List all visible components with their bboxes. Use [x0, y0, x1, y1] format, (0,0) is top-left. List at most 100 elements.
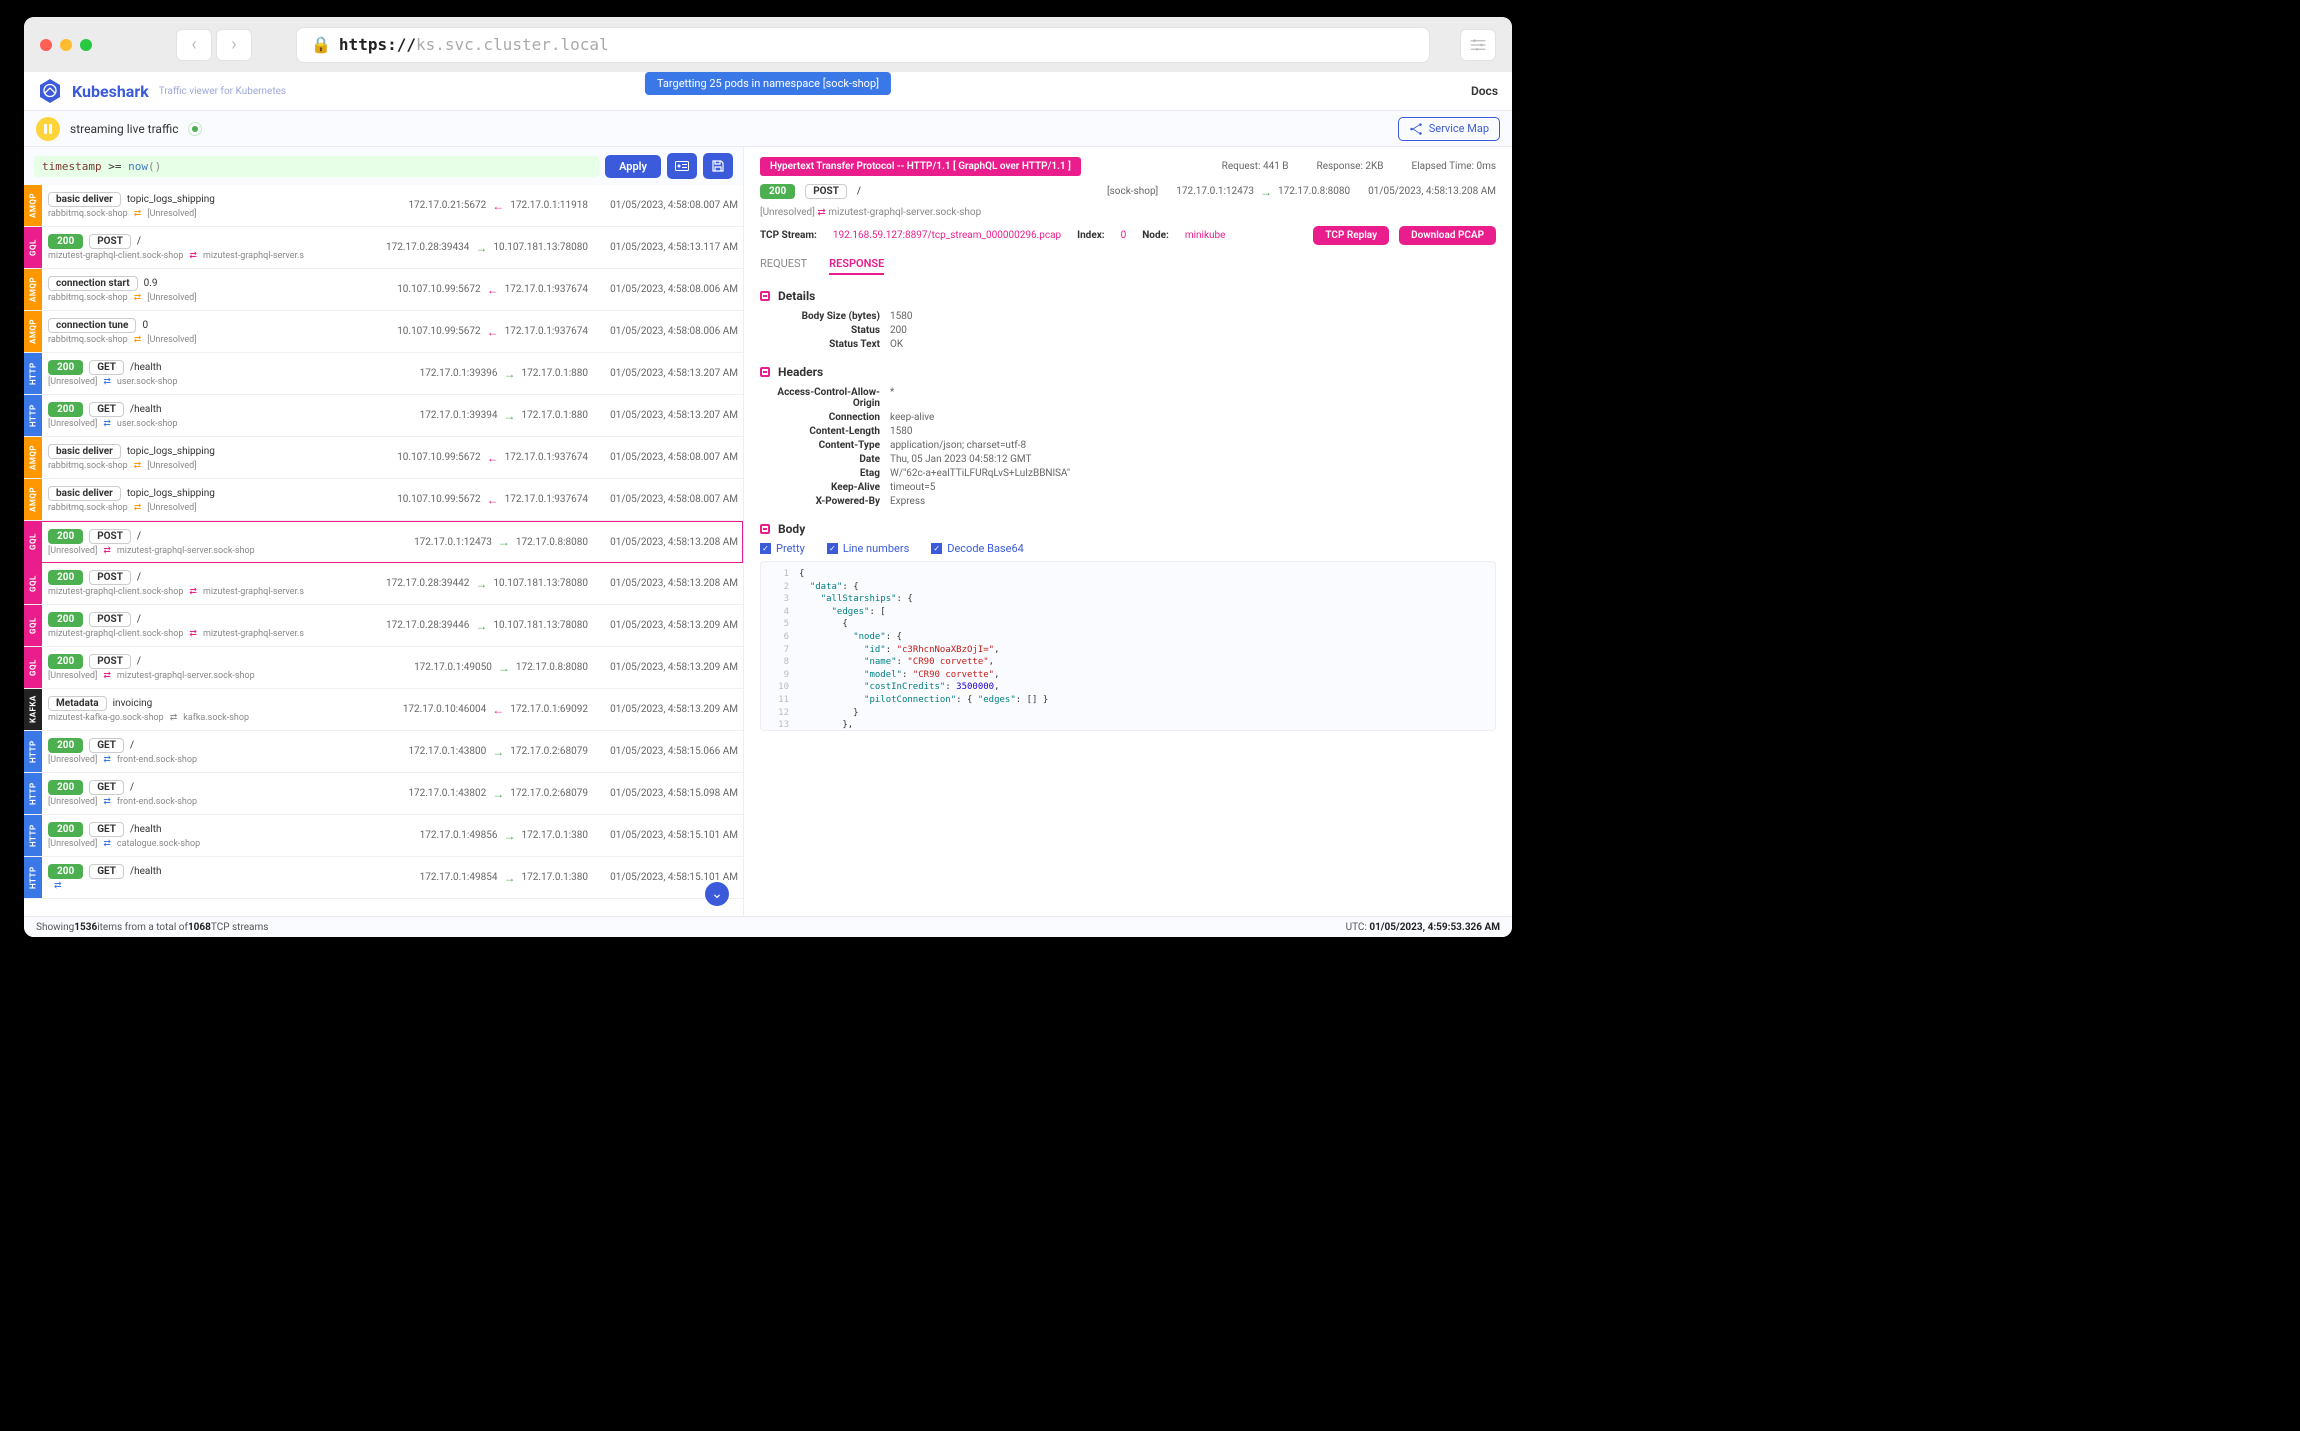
dest-ip: 172.17.0.1:380	[521, 830, 588, 841]
traffic-row[interactable]: AMQPconnection start0.9rabbitmq.sock-sho…	[24, 269, 743, 311]
kv-key: Body Size (bytes)	[760, 311, 890, 322]
swap-icon: ⇄	[103, 797, 111, 807]
url-host: ks.svc.cluster.local	[416, 35, 609, 54]
source-ip: 172.17.0.1:43800	[408, 746, 486, 757]
source-ip: 172.17.0.1:43802	[408, 788, 486, 799]
traffic-row[interactable]: HTTP200GET/health[Unresolved]⇄user.sock-…	[24, 353, 743, 395]
close-window-icon[interactable]	[40, 39, 52, 51]
dest-ip: 172.17.0.1:937674	[505, 284, 588, 295]
request-path: /health	[130, 824, 162, 835]
source-ip: 172.17.0.28:39434	[386, 242, 469, 253]
json-viewer[interactable]: 1234567891011121314151617181920212223 { …	[760, 561, 1496, 731]
traffic-row[interactable]: GQL200POST/mizutest-graphql-client.sock-…	[24, 563, 743, 605]
request-path: topic_logs_shipping	[127, 446, 215, 457]
tab-request[interactable]: REQUEST	[760, 257, 807, 275]
traffic-row[interactable]: KAFKAMetadatainvoicingmizutest-kafka-go.…	[24, 689, 743, 731]
dest-ip: 172.17.0.8:8080	[516, 662, 588, 673]
timestamp: 01/05/2023, 4:58:13.208 AM	[598, 578, 738, 589]
pause-button[interactable]	[36, 117, 60, 141]
traffic-row[interactable]: AMQPconnection tune0rabbitmq.sock-shop⇄[…	[24, 311, 743, 353]
stream-toolbar: streaming live traffic Service Map	[24, 110, 1512, 147]
pretty-checkbox[interactable]: ✓Pretty	[760, 542, 805, 555]
traffic-row[interactable]: HTTP200GET/health⇄172.17.0.1:49854→172.1…	[24, 857, 743, 899]
traffic-row[interactable]: GQL200POST/mizutest-graphql-client.sock-…	[24, 227, 743, 269]
timestamp: 01/05/2023, 4:58:13.208 AM	[598, 537, 738, 548]
traffic-row[interactable]: HTTP200GET/[Unresolved]⇄front-end.sock-s…	[24, 773, 743, 815]
brand-name: Kubeshark	[72, 82, 149, 101]
node-link[interactable]: minikube	[1185, 230, 1226, 241]
protocol-tag: GQL	[24, 647, 42, 688]
protocol-tag: KAFKA	[24, 689, 42, 730]
collapse-icon[interactable]	[760, 524, 770, 534]
swap-icon: ⇄	[134, 461, 142, 471]
direction-icon: →	[492, 745, 504, 759]
source-service: [Unresolved]	[48, 797, 97, 807]
address-bar[interactable]: 🔒 https://ks.svc.cluster.local	[296, 27, 1430, 63]
back-button[interactable]: ‹	[176, 29, 212, 61]
traffic-row[interactable]: GQL200POST/mizutest-graphql-client.sock-…	[24, 605, 743, 647]
docs-link[interactable]: Docs	[1471, 84, 1498, 98]
traffic-row[interactable]: AMQPbasic delivertopic_logs_shippingrabb…	[24, 479, 743, 521]
traffic-row[interactable]: GQL200POST/[Unresolved]⇄mizutest-graphql…	[24, 521, 743, 563]
service-map-button[interactable]: Service Map	[1398, 117, 1500, 141]
traffic-row[interactable]: HTTP200GET/health[Unresolved]⇄user.sock-…	[24, 395, 743, 437]
line-numbers-checkbox[interactable]: ✓Line numbers	[827, 542, 909, 555]
request-path: /	[137, 236, 141, 247]
tab-response[interactable]: RESPONSE	[829, 257, 884, 275]
dest-ip: 172.17.0.1:11918	[510, 200, 588, 211]
apply-button[interactable]: Apply	[605, 155, 661, 178]
scroll-down-button[interactable]: ⌄	[705, 882, 729, 906]
tcp-stream-label: TCP Stream:	[760, 230, 817, 241]
protocol-tag: GQL	[24, 522, 42, 562]
protocol-tag: AMQP	[24, 479, 42, 520]
collapse-icon[interactable]	[760, 367, 770, 377]
filter-input[interactable]: timestamp >= now()	[34, 156, 599, 177]
traffic-row[interactable]: HTTP200GET/health[Unresolved]⇄catalogue.…	[24, 815, 743, 857]
method-badge: POST	[89, 529, 131, 544]
request-path: /	[137, 572, 141, 583]
traffic-list[interactable]: AMQPbasic delivertopic_logs_shippingrabb…	[24, 185, 743, 916]
method-badge: GET	[89, 822, 124, 837]
request-path: /health	[130, 404, 162, 415]
kv-key: Connection	[760, 412, 890, 423]
source-service: [Unresolved]	[48, 377, 97, 387]
dest-service: front-end.sock-shop	[117, 797, 197, 807]
dest-service: mizutest-graphql-server.s	[203, 629, 304, 639]
protocol-tag: HTTP	[24, 395, 42, 436]
swap-icon: ⇄	[170, 713, 178, 723]
id-card-icon[interactable]	[667, 153, 697, 179]
traffic-row[interactable]: GQL200POST/[Unresolved]⇄mizutest-graphql…	[24, 647, 743, 689]
pcap-link[interactable]: 192.168.59.127:8897/tcp_stream_000000296…	[833, 230, 1061, 241]
source-ip: 172.17.0.28:39446	[386, 620, 469, 631]
forward-button[interactable]: ›	[216, 29, 252, 61]
request-path: /	[137, 656, 141, 667]
status-bar: Showing 1536 items from a total of 1068 …	[24, 916, 1512, 937]
kv-value: Thu, 05 Jan 2023 04:58:12 GMT	[890, 454, 1032, 465]
lock-icon: 🔒	[311, 35, 331, 54]
collapse-icon[interactable]	[760, 291, 770, 301]
download-pcap-button[interactable]: Download PCAP	[1399, 226, 1496, 245]
source-ip: 172.17.0.1:49050	[414, 662, 492, 673]
settings-icon[interactable]	[1460, 29, 1496, 61]
maximize-window-icon[interactable]	[80, 39, 92, 51]
tcp-replay-button[interactable]: TCP Replay	[1313, 226, 1389, 245]
direction-icon: →	[503, 829, 515, 843]
source-service: [Unresolved]	[48, 546, 97, 556]
dest-ip: 10.107.181.13:78080	[493, 242, 588, 253]
logo-icon	[38, 78, 62, 104]
traffic-row[interactable]: AMQPbasic delivertopic_logs_shippingrabb…	[24, 185, 743, 227]
dest-ip: 10.107.181.13:78080	[493, 620, 588, 631]
source-service: mizutest-graphql-client.sock-shop	[48, 629, 183, 639]
save-icon[interactable]	[703, 153, 733, 179]
decode-base64-checkbox[interactable]: ✓Decode Base64	[931, 542, 1024, 555]
source-ip: 172.17.0.1:49856	[420, 830, 498, 841]
kv-value: application/json; charset=utf-8	[890, 440, 1026, 451]
source-service: rabbitmq.sock-shop	[48, 293, 128, 303]
traffic-row[interactable]: AMQPbasic delivertopic_logs_shippingrabb…	[24, 437, 743, 479]
status-badge: 200	[48, 402, 83, 417]
kv-value: 1580	[890, 311, 912, 322]
minimize-window-icon[interactable]	[60, 39, 72, 51]
traffic-row[interactable]: HTTP200GET/[Unresolved]⇄front-end.sock-s…	[24, 731, 743, 773]
status-badge: 200	[48, 529, 83, 544]
swap-icon: ⇄	[103, 839, 111, 849]
